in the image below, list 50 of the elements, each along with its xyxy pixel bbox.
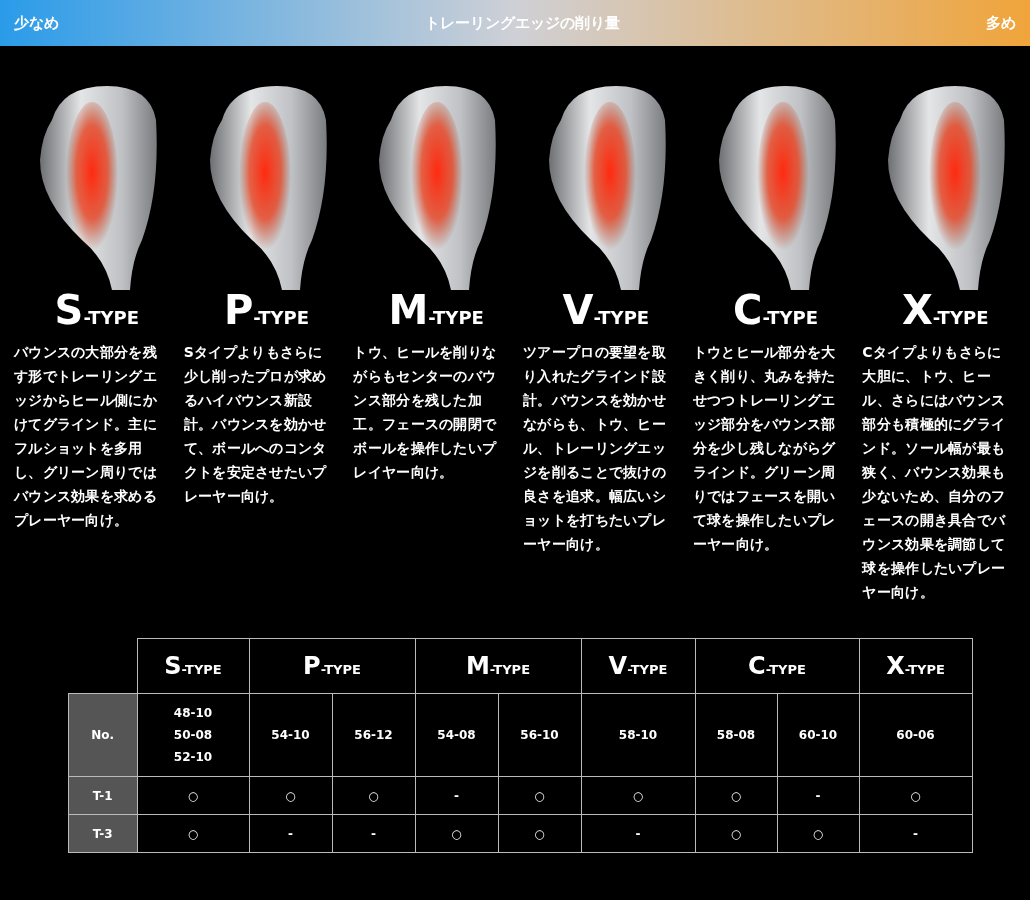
type-name: C-TYPE <box>733 290 818 334</box>
table-cell: 60-06 <box>859 693 972 777</box>
row-header: No. <box>68 693 137 777</box>
type-name: P-TYPE <box>224 290 309 334</box>
row-header: T-1 <box>68 776 137 815</box>
type-description: バウンスの大部分を残す形でトレーリングエッジからヒール側にかけてグラインド。主にフルショットを多用し、グリーン周りではバウンス効果を求めるプレーヤー向け。 <box>14 343 158 530</box>
type-description: ツアープロの要望を取り入れたグラインド設計。バウンスを効かせながらも、トウ、ヒール、トレーリングエッジを削ることで抜けの良さを追求。幅広いショットを打ちたいプレーヤー向け。 <box>523 343 667 554</box>
type-description: トウ、ヒールを削りながらもセンターのバウンス部分を残した加工。フェースの開閉でボールを操作したいプレイヤー向け。 <box>353 343 498 482</box>
table-cell: 54-08 <box>415 693 498 777</box>
type-description: Cタイプよりもさらに大胆に、トウ、ヒール、さらにはバウンス部分も積極的にグラインド。ソール幅が最も狭く、バウンス効果も少ないため、自分のフェースの開き具合でバウンス効果を調節して球を操作したいプレーヤー向け。 <box>862 343 1007 602</box>
table-cell: ○ <box>581 776 695 815</box>
scale-label-low: 少なめ <box>14 13 59 33</box>
table-cell: - <box>249 814 332 853</box>
column-header: M-TYPE <box>415 638 581 694</box>
table-cell: ○ <box>695 814 777 853</box>
table-cell: - <box>777 776 859 815</box>
table-cell: ○ <box>777 814 859 853</box>
column-header: P-TYPE <box>249 638 415 694</box>
table-cell: ○ <box>137 814 249 853</box>
scale-label-high: 多め <box>986 13 1016 33</box>
table-cell: ○ <box>498 814 581 853</box>
table-cell: - <box>332 814 415 853</box>
table-cell: 48-10 50-08 52-10 <box>137 693 249 777</box>
table-cell: - <box>581 814 695 853</box>
column-header: C-TYPE <box>695 638 859 694</box>
table-cell: ○ <box>332 776 415 815</box>
table-cell: ○ <box>137 776 249 815</box>
table-cell: 56-10 <box>498 693 581 777</box>
table-cell: 58-10 <box>581 693 695 777</box>
column-header: V-TYPE <box>581 638 695 694</box>
table-cell: ○ <box>695 776 777 815</box>
table-cell: 58-08 <box>695 693 777 777</box>
type-name: S-TYPE <box>54 290 140 334</box>
type-name: X-TYPE <box>901 290 989 334</box>
row-header: T-3 <box>68 814 137 853</box>
type-description: Sタイプよりもさらに少し削ったプロが求めるハイバウンス新設計。バウンスを効かせて、ボールへのコンタクトを安定させたいプレーヤー向け。 <box>183 343 328 506</box>
type-description: トウとヒール部分を大きく削り、丸みを持たせつつトレーリングエッジ部分をバウンス部分を少し残しながらグラインド。グリーン周りではフェースを開いて球を操作したいプレーヤー向け。 <box>692 343 837 554</box>
table-cell: 60-10 <box>777 693 859 777</box>
type-name: M-TYPE <box>388 290 484 334</box>
table-cell: 54-10 <box>249 693 332 777</box>
column-header: X-TYPE <box>859 638 972 694</box>
table-cell: ○ <box>249 776 332 815</box>
type-name: V-TYPE <box>562 290 650 334</box>
table-cell: - <box>859 814 972 853</box>
table-cell: ○ <box>498 776 581 815</box>
table-cell: ○ <box>415 814 498 853</box>
column-header: S-TYPE <box>137 638 249 694</box>
table-cell: - <box>415 776 498 815</box>
table-cell: ○ <box>859 776 972 815</box>
table-cell: 56-12 <box>332 693 415 777</box>
